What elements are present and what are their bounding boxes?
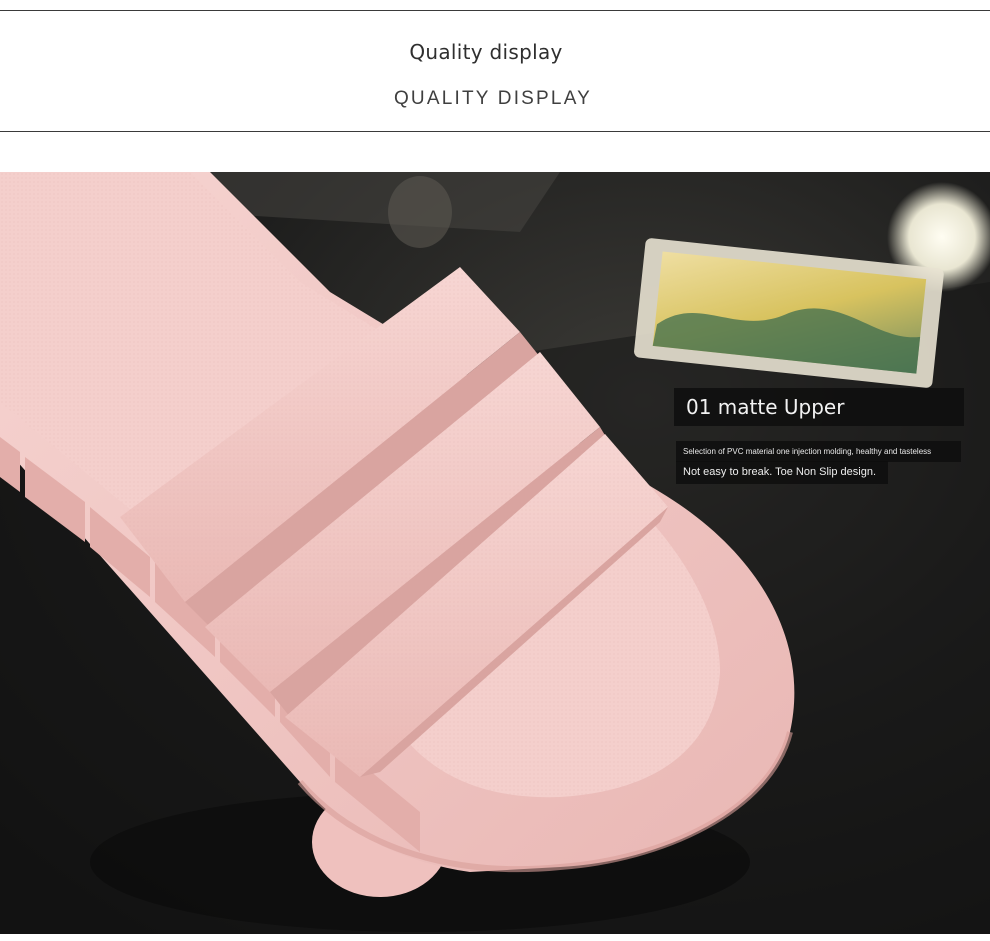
top-divider	[0, 10, 990, 11]
bottom-divider	[0, 131, 990, 132]
product-photo	[0, 172, 990, 934]
pink-slipper-photo	[0, 172, 990, 934]
feature-description-line-2: Not easy to break. Toe Non Slip design.	[676, 461, 888, 484]
feature-title: 01 matte Upper	[674, 388, 964, 426]
feature-description-line-1: Selection of PVC material one injection …	[676, 441, 961, 462]
section-title: Quality display	[409, 40, 563, 64]
product-detail-page: Quality display QUALITY DISPLAY 01 matte…	[0, 0, 990, 941]
section-subtitle: QUALITY DISPLAY	[393, 88, 593, 109]
